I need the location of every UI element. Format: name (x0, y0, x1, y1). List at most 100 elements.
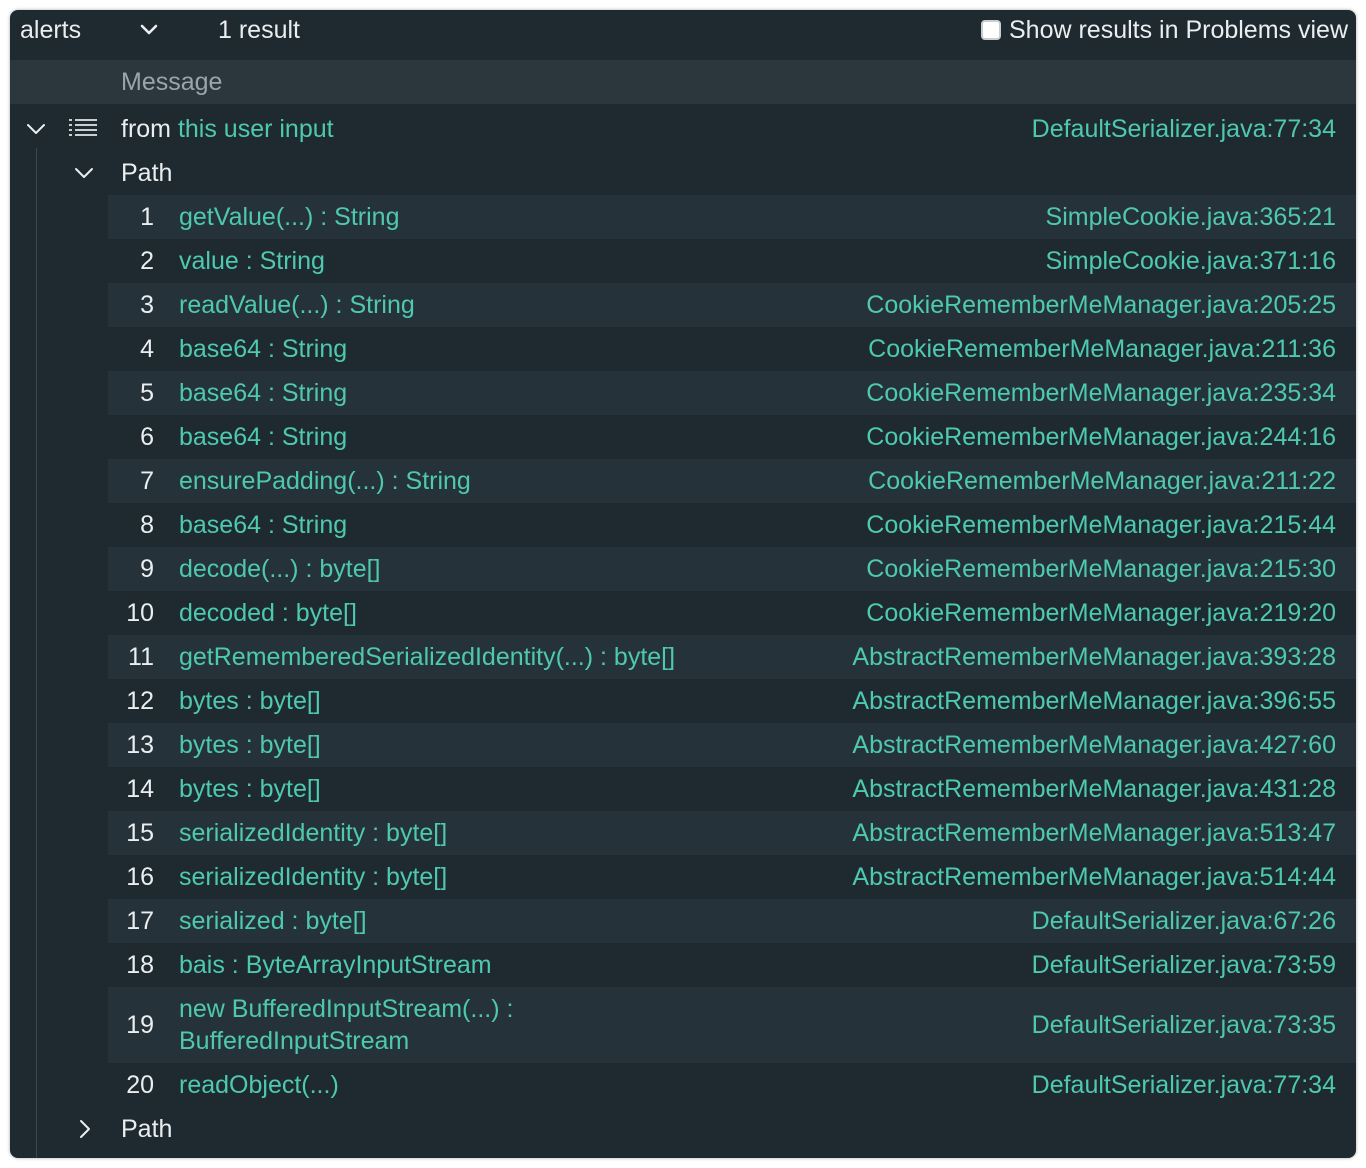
path-step[interactable]: 10 decoded : byte[] CookieRememberMeMana… (108, 591, 1356, 635)
result-count: 1 result (218, 16, 300, 44)
step-text[interactable]: bytes : byte[] (179, 685, 321, 717)
tree-indent-guide (36, 148, 37, 1158)
step-text[interactable]: bytes : byte[] (179, 773, 321, 805)
path-step[interactable]: 16 serializedIdentity : byte[] AbstractR… (108, 855, 1356, 899)
chevron-down-icon[interactable] (24, 117, 48, 141)
step-number: 13 (126, 731, 154, 759)
step-number: 16 (126, 863, 154, 891)
step-location[interactable]: AbstractRememberMeManager.java:431:28 (852, 773, 1336, 805)
path-row[interactable]: Path (10, 151, 1356, 195)
step-number: 19 (126, 1011, 154, 1039)
step-location[interactable]: CookieRememberMeManager.java:215:30 (866, 553, 1336, 585)
step-text[interactable]: serializedIdentity : byte[] (179, 861, 447, 893)
step-location[interactable]: CookieRememberMeManager.java:215:44 (866, 509, 1336, 541)
step-text[interactable]: getRememberedSerializedIdentity(...) : b… (179, 641, 675, 673)
step-text[interactable]: bais : ByteArrayInputStream (179, 949, 492, 981)
alert-message-prefix: from (121, 115, 171, 143)
chevron-right-icon[interactable] (72, 1117, 96, 1141)
step-number: 8 (140, 511, 154, 539)
step-number: 1 (140, 203, 154, 231)
path-step[interactable]: 7 ensurePadding(...) : String CookieReme… (108, 459, 1356, 503)
step-text[interactable]: decoded : byte[] (179, 597, 357, 629)
message-column-header: Message (121, 68, 223, 96)
step-location[interactable]: DefaultSerializer.java:77:34 (1032, 1069, 1336, 1101)
step-text[interactable]: base64 : String (179, 333, 347, 365)
step-number: 2 (140, 247, 154, 275)
problems-view-label[interactable]: Show results in Problems view (1009, 16, 1348, 45)
step-number: 11 (128, 643, 154, 671)
step-location[interactable]: DefaultSerializer.java:67:26 (1032, 905, 1336, 937)
step-text[interactable]: base64 : String (179, 421, 347, 453)
path-step[interactable]: 20 readObject(...) DefaultSerializer.jav… (108, 1063, 1356, 1107)
step-location[interactable]: CookieRememberMeManager.java:244:16 (866, 421, 1336, 453)
alert-row[interactable]: from this user input DefaultSerializer.j… (10, 107, 1356, 151)
step-text[interactable]: ensurePadding(...) : String (179, 465, 471, 497)
step-text[interactable]: base64 : String (179, 377, 347, 409)
path-step[interactable]: 8 base64 : String CookieRememberMeManage… (108, 503, 1356, 547)
step-number: 6 (140, 423, 154, 451)
step-text[interactable]: serialized : byte[] (179, 905, 367, 937)
step-number: 14 (126, 775, 154, 803)
step-text[interactable]: getValue(...) : String (179, 201, 399, 233)
toolbar: alerts 1 result Show results in Problems… (10, 10, 1356, 50)
result-type-select-value[interactable]: alerts (20, 14, 81, 46)
step-location[interactable]: SimpleCookie.java:365:21 (1046, 201, 1336, 233)
step-location[interactable]: CookieRememberMeManager.java:235:34 (866, 377, 1336, 409)
step-location[interactable]: DefaultSerializer.java:73:59 (1032, 949, 1336, 981)
step-text[interactable]: serializedIdentity : byte[] (179, 817, 447, 849)
step-text[interactable]: value : String (179, 245, 325, 277)
path-step[interactable]: 11 getRememberedSerializedIdentity(...) … (108, 635, 1356, 679)
alerts-panel: alerts 1 result Show results in Problems… (10, 10, 1356, 1158)
step-number: 15 (126, 819, 154, 847)
path-label: Path (121, 159, 173, 187)
step-location[interactable]: AbstractRememberMeManager.java:513:47 (852, 817, 1336, 849)
path-step[interactable]: 15 serializedIdentity : byte[] AbstractR… (108, 811, 1356, 855)
path-step[interactable]: 1 getValue(...) : String SimpleCookie.ja… (108, 195, 1356, 239)
path-step[interactable]: 4 base64 : String CookieRememberMeManage… (108, 327, 1356, 371)
step-location[interactable]: CookieRememberMeManager.java:211:36 (868, 333, 1336, 365)
problems-view-toggle[interactable]: Show results in Problems view (980, 14, 1348, 46)
chevron-down-icon[interactable] (138, 19, 160, 41)
step-number: 5 (140, 379, 154, 407)
list-icon (69, 119, 97, 136)
step-location[interactable]: CookieRememberMeManager.java:219:20 (866, 597, 1336, 629)
path-step[interactable]: 19 new BufferedInputStream(...) : Buffer… (108, 987, 1356, 1063)
step-number: 12 (126, 687, 154, 715)
step-text[interactable]: new BufferedInputStream(...) : BufferedI… (179, 993, 599, 1057)
step-location[interactable]: SimpleCookie.java:371:16 (1046, 245, 1336, 277)
path-step[interactable]: 6 base64 : String CookieRememberMeManage… (108, 415, 1356, 459)
step-location[interactable]: CookieRememberMeManager.java:205:25 (866, 289, 1336, 321)
step-location[interactable]: DefaultSerializer.java:73:35 (1032, 1009, 1336, 1041)
path-step[interactable]: 9 decode(...) : byte[] CookieRememberMeM… (108, 547, 1356, 591)
step-text[interactable]: base64 : String (179, 509, 347, 541)
step-location[interactable]: AbstractRememberMeManager.java:514:44 (852, 861, 1336, 893)
step-number: 18 (126, 951, 154, 979)
step-number: 10 (126, 599, 154, 627)
path-step[interactable]: 5 base64 : String CookieRememberMeManage… (108, 371, 1356, 415)
problems-view-checkbox[interactable] (980, 20, 1001, 40)
path-step[interactable]: 17 serialized : byte[] DefaultSerializer… (108, 899, 1356, 943)
path-step[interactable]: 13 bytes : byte[] AbstractRememberMeMana… (108, 723, 1356, 767)
step-location[interactable]: AbstractRememberMeManager.java:396:55 (852, 685, 1336, 717)
path-step[interactable]: 14 bytes : byte[] AbstractRememberMeMana… (108, 767, 1356, 811)
path-row-collapsed[interactable]: Path (10, 1107, 1356, 1151)
step-location[interactable]: AbstractRememberMeManager.java:427:60 (852, 729, 1336, 761)
step-number: 7 (140, 467, 154, 495)
step-number: 20 (126, 1071, 154, 1099)
step-text[interactable]: readValue(...) : String (179, 289, 415, 321)
path-step[interactable]: 3 readValue(...) : String CookieRemember… (108, 283, 1356, 327)
alert-source-link[interactable]: this user input (178, 115, 334, 143)
chevron-down-icon[interactable] (72, 161, 96, 185)
step-number: 3 (140, 291, 154, 319)
alert-message: from this user input (121, 113, 334, 145)
step-text[interactable]: decode(...) : byte[] (179, 553, 381, 585)
step-location[interactable]: CookieRememberMeManager.java:211:22 (868, 465, 1336, 497)
path-step[interactable]: 2 value : String SimpleCookie.java:371:1… (108, 239, 1356, 283)
step-number: 17 (126, 907, 154, 935)
step-text[interactable]: readObject(...) (179, 1069, 339, 1101)
path-step[interactable]: 18 bais : ByteArrayInputStream DefaultSe… (108, 943, 1356, 987)
alert-location-link[interactable]: DefaultSerializer.java:77:34 (1032, 113, 1336, 145)
path-step[interactable]: 12 bytes : byte[] AbstractRememberMeMana… (108, 679, 1356, 723)
step-location[interactable]: AbstractRememberMeManager.java:393:28 (852, 641, 1336, 673)
step-text[interactable]: bytes : byte[] (179, 729, 321, 761)
